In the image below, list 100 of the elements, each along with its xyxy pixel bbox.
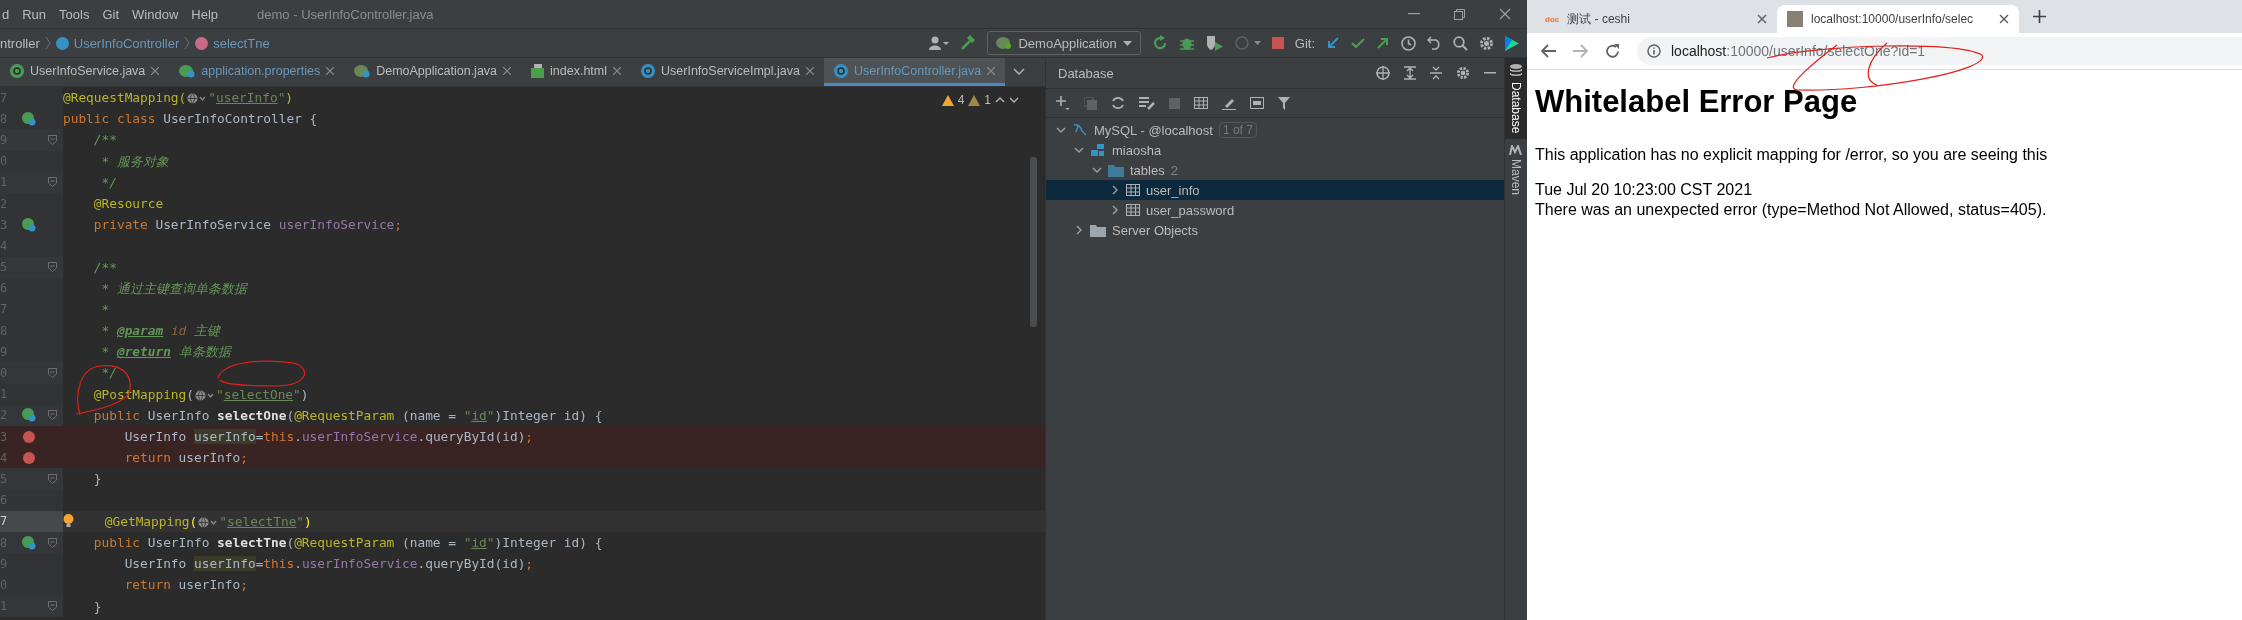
chevron-icon[interactable] [1074,225,1084,235]
editor-tab[interactable]: index.html [521,58,632,86]
shield-run-icon[interactable] [1205,35,1224,51]
update-arrow-icon[interactable] [1326,36,1340,50]
code-line: */ [100,173,117,192]
tree-item[interactable]: user_password [1100,200,1504,220]
tree-label: tables [1130,162,1165,178]
folder-icon [1108,163,1124,177]
database-tools-icon[interactable] [1139,96,1155,110]
crosshair-icon[interactable] [1376,66,1390,80]
menu-item[interactable]: Window [132,6,179,22]
profiler-icon[interactable] [1234,35,1261,51]
settings-icon[interactable] [1479,35,1494,51]
checkmark-icon[interactable] [1351,37,1365,49]
run-configuration-dropdown[interactable]: DemoApplication [987,31,1141,55]
chevron-down-icon[interactable] [1013,68,1026,76]
tree-item[interactable]: MySQL - @localhost 1 of 7 [1046,120,1504,140]
fold-marker-icon[interactable] [48,368,57,379]
fold-marker-icon[interactable] [48,262,57,273]
stop-icon[interactable] [1271,37,1284,49]
class-icon [641,63,656,78]
fold-marker-icon[interactable] [48,601,57,612]
fold-marker-icon[interactable] [48,537,57,548]
browser-tab[interactable]: localhost:10000/userInfo/selec [1777,5,2019,33]
warning-count[interactable]: 4 [957,93,965,107]
tree-label: user_info [1146,182,1200,198]
breakpoint-icon[interactable] [23,451,35,464]
breakpoint-icon[interactable] [23,430,35,443]
close-icon[interactable] [613,66,622,75]
editor-tab[interactable]: UserInfoService.java [0,58,170,86]
close-icon[interactable] [1499,8,1511,20]
warning-icon [968,94,981,106]
close-icon[interactable] [151,66,160,75]
menu-item[interactable]: Help [191,6,219,22]
menu-item[interactable]: Git [102,6,120,22]
spring-icon [996,36,1013,50]
table-icon[interactable] [1194,97,1208,109]
fold-marker-icon[interactable] [48,177,57,188]
close-icon[interactable] [806,66,814,75]
editor-tab[interactable]: UserInfoServiceImpl.java [631,58,824,86]
browser-tab[interactable]: doc 测试 - ceshi [1535,5,1777,33]
search-icon[interactable] [1453,35,1468,51]
back-arrow-icon[interactable] [1541,44,1556,58]
editor-tab[interactable]: DemoApplication.java [344,58,522,86]
breadcrumb[interactable]: selectTne [195,35,270,51]
close-icon[interactable] [503,66,512,75]
add-icon[interactable] [1056,96,1070,110]
reload-icon[interactable] [1605,43,1620,59]
tool-window-tab[interactable]: Maven [1505,139,1527,202]
tree-item[interactable]: Server Objects [1064,220,1504,240]
restore-icon[interactable] [1454,8,1465,20]
breadcrumb[interactable]: ntroller [0,35,40,51]
chevron-down-icon[interactable] [1009,97,1019,103]
menu-item[interactable]: Run [22,6,47,22]
close-icon[interactable] [1757,14,1767,24]
push-arrow-icon[interactable] [1376,36,1390,50]
warning-count[interactable]: 1 [984,93,991,107]
close-icon[interactable] [326,66,335,75]
separator-icon [44,36,51,50]
pencil-icon[interactable] [1222,96,1236,110]
sql-console-icon[interactable] [1250,97,1264,109]
tree-item[interactable]: tables 2 [1082,160,1504,180]
bean-icon[interactable] [22,408,36,423]
tree-label: miaosha [1112,142,1162,158]
menu-item[interactable]: d [2,6,10,22]
tree-item[interactable]: miaosha [1064,140,1504,160]
filter-icon[interactable] [1278,96,1290,110]
tree-item[interactable]: user_info [1046,180,1504,200]
hammer-icon[interactable] [960,35,977,51]
error-detail: There was an unexpected error (type=Method Not Allowed, status=405). [1535,200,2048,220]
editor-tab[interactable]: application.properties [169,58,345,86]
bean-icon[interactable] [22,217,36,232]
code-line: UserInfo userInfo=this.userInfoService.queryById(id); [123,428,534,446]
code-line: * @return 单条数据 [100,343,231,362]
minimize-icon[interactable] [1408,13,1420,15]
bean-icon[interactable] [22,535,36,550]
fold-marker-icon[interactable] [48,134,57,145]
user-icon[interactable] [929,36,950,50]
lightbulb-icon[interactable] [63,514,74,529]
undo-icon[interactable] [1427,36,1442,50]
fold-marker-icon[interactable] [48,473,57,484]
bean-icon[interactable] [22,111,36,126]
close-icon[interactable] [1999,14,2009,24]
fold-marker-icon[interactable] [48,410,57,421]
refresh-icon[interactable] [1111,96,1125,110]
breadcrumb[interactable]: UserInfoController [55,35,180,51]
collapse-all-icon[interactable] [1430,66,1442,80]
new-tab-icon[interactable] [2033,10,2046,23]
rerun-icon[interactable] [1151,35,1168,51]
menu-item[interactable]: Tools [59,6,90,22]
code-line: * [100,300,110,319]
app-logo-icon[interactable] [1505,35,1519,51]
scrollbar-thumb[interactable] [1030,157,1037,327]
code-line: } [92,597,102,616]
expand-all-icon[interactable] [1404,66,1416,80]
settings-icon[interactable] [1456,66,1470,80]
history-icon[interactable] [1401,35,1416,51]
chevron-up-icon[interactable] [995,97,1005,103]
code-line: } [92,470,102,489]
tool-window-tab[interactable]: Database [1505,58,1527,140]
